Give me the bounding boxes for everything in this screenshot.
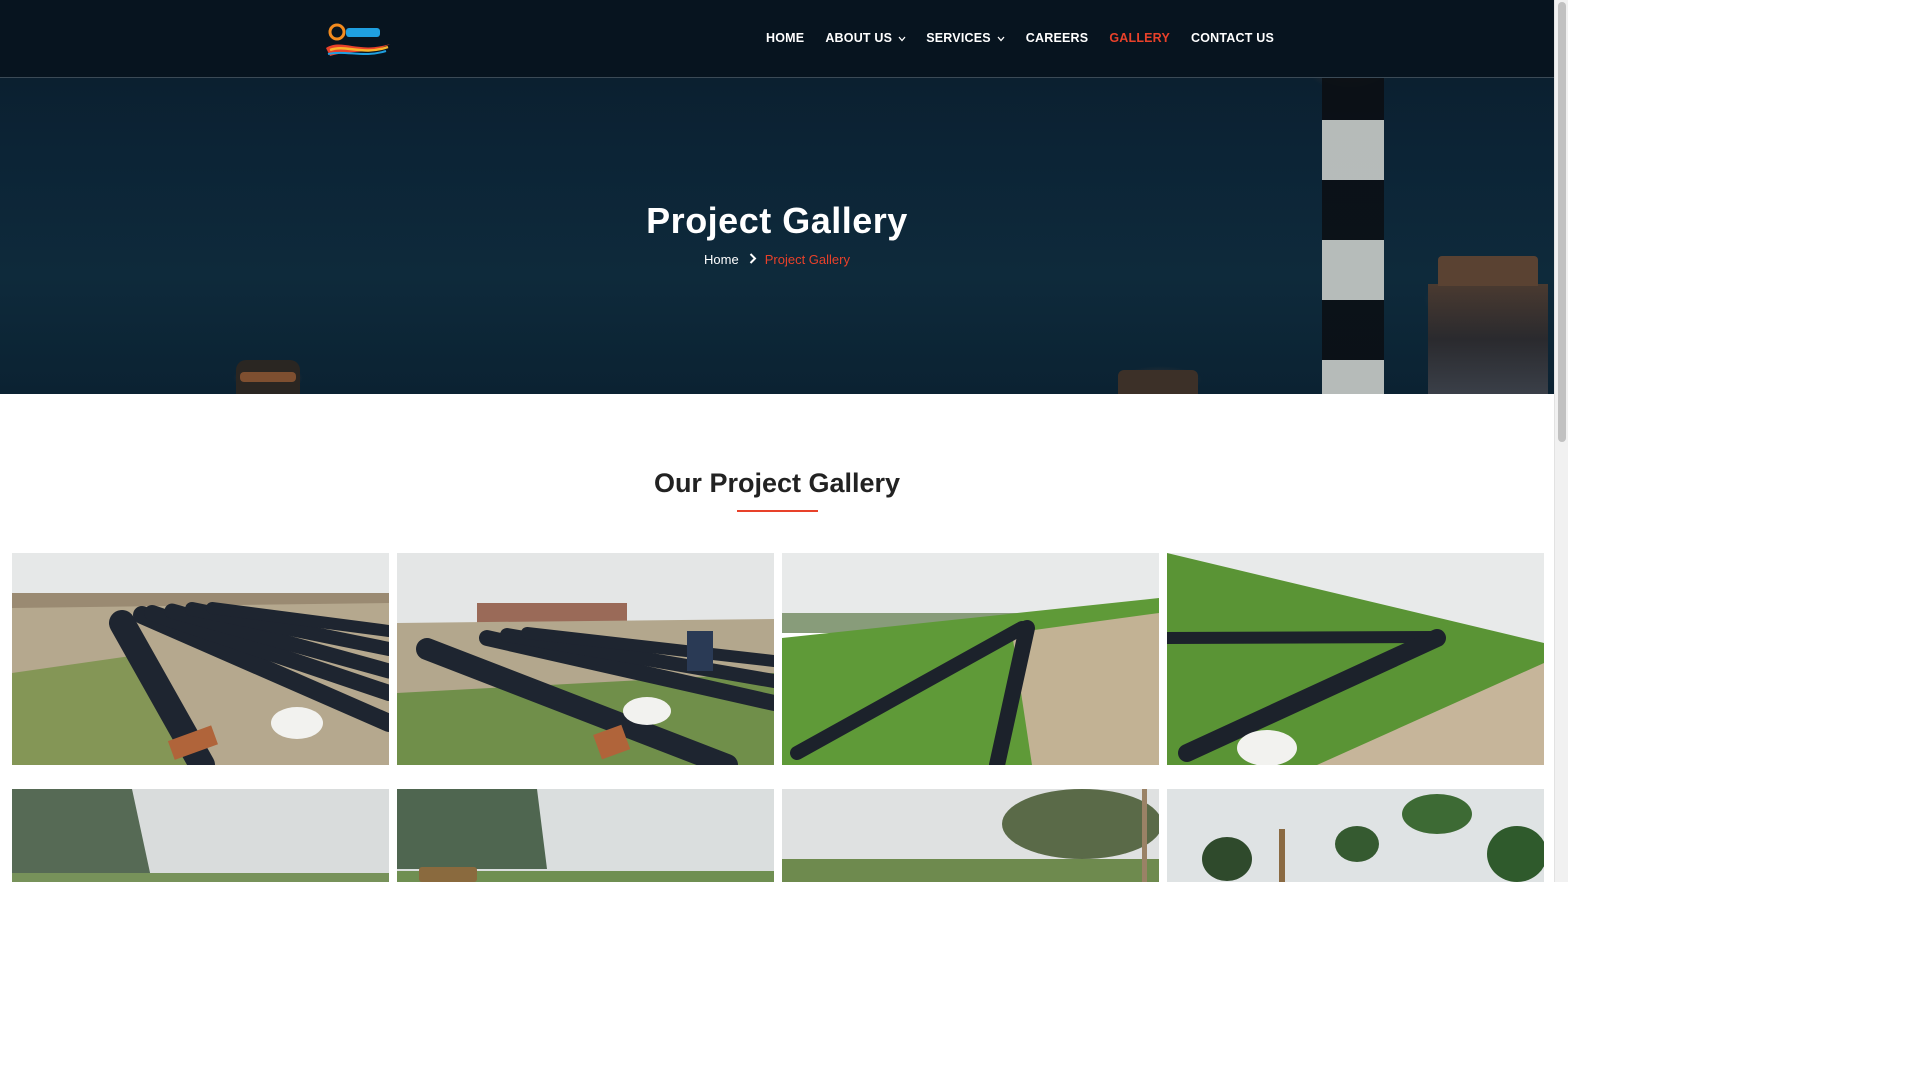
gallery-row [12, 789, 1544, 882]
industrial-tower [236, 360, 300, 394]
scrollbar-thumb[interactable] [1558, 2, 1566, 442]
gallery-photo-worker-at-pipes[interactable] [397, 553, 774, 765]
gallery-photo-misty-field[interactable] [12, 789, 389, 882]
chevron-right-icon [749, 252, 757, 267]
nav-gallery[interactable]: GALLERY [1109, 31, 1170, 45]
title-underline [737, 510, 818, 512]
page-scrollbar[interactable] [1554, 0, 1568, 882]
nav-label: SERVICES [926, 31, 991, 45]
gallery-photo-tractor-field[interactable] [397, 789, 774, 882]
nav-label: CAREERS [1025, 31, 1089, 45]
gallery-photo-village-trees-field[interactable] [782, 789, 1159, 882]
gallery-photo-pipeline-on-embankment[interactable] [1167, 553, 1544, 765]
nav-label: GALLERY [1109, 31, 1170, 45]
top-navbar: HOME ABOUT US SERVICES CAREERS GALLERY C… [0, 0, 1554, 78]
nav-label: HOME [766, 31, 805, 45]
industrial-tower [1118, 370, 1198, 394]
chevron-down-icon [898, 34, 906, 45]
main-menu: HOME ABOUT US SERVICES CAREERS GALLERY C… [766, 31, 1274, 45]
breadcrumb-current: Project Gallery [764, 252, 850, 267]
nav-contact-us[interactable]: CONTACT US [1191, 31, 1274, 45]
nav-services[interactable]: SERVICES [926, 31, 1005, 45]
nav-home[interactable]: HOME [766, 31, 804, 45]
industrial-tower [1428, 256, 1548, 394]
nav-label: ABOUT US [825, 31, 893, 45]
company-logo[interactable] [324, 20, 392, 60]
nav-careers[interactable]: CAREERS [1026, 31, 1089, 45]
gallery-photo-pipeline-green-field[interactable] [782, 553, 1159, 765]
section-title: Our Project Gallery [653, 468, 901, 498]
chevron-down-icon [997, 34, 1005, 45]
nav-label: CONTACT US [1191, 31, 1275, 45]
page-title: Project Gallery [646, 200, 908, 241]
gallery-photo-palm-trees-site[interactable] [1167, 789, 1544, 882]
breadcrumb-home-link[interactable]: Home [704, 252, 739, 267]
gallery-row [12, 553, 1544, 765]
nav-about-us[interactable]: ABOUT US [825, 31, 906, 45]
breadcrumb: Home Project Gallery [0, 252, 1554, 267]
gallery-photo-pipes-stacked-field[interactable] [12, 553, 389, 765]
